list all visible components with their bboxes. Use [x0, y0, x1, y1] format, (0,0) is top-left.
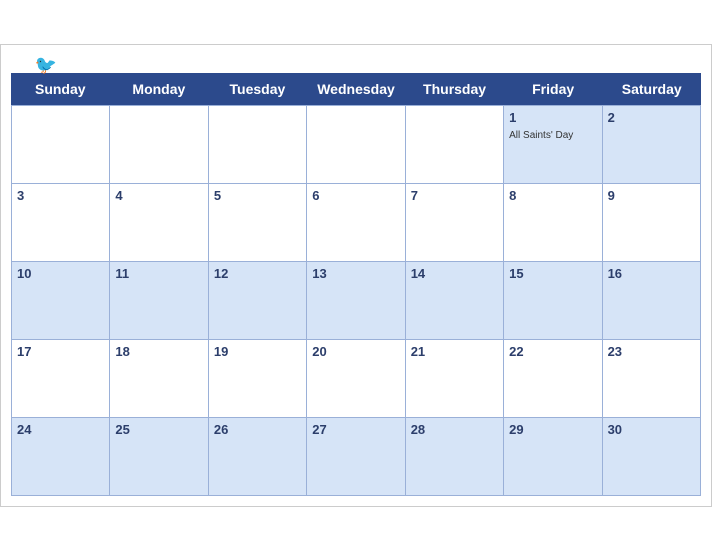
- cell-date: 11: [115, 266, 202, 281]
- cell-date: 19: [214, 344, 301, 359]
- cell-date: 30: [608, 422, 695, 437]
- calendar-cell: 7: [406, 184, 504, 262]
- day-header-friday: Friday: [504, 73, 603, 105]
- calendar-cell: 5: [209, 184, 307, 262]
- cell-date: 2: [608, 110, 695, 125]
- cell-date: 8: [509, 188, 596, 203]
- calendar-cell: 8: [504, 184, 602, 262]
- day-header-monday: Monday: [110, 73, 209, 105]
- calendar-cell: 1 All Saints' Day: [504, 106, 602, 184]
- calendar-cell: 18: [110, 340, 208, 418]
- calendar-cell: 12: [209, 262, 307, 340]
- cell-date: 3: [17, 188, 104, 203]
- day-header-thursday: Thursday: [405, 73, 504, 105]
- calendar-cell: [406, 106, 504, 184]
- calendar-cell: 25: [110, 418, 208, 496]
- logo-bird-icon: 🐦: [35, 55, 57, 76]
- cell-date: 26: [214, 422, 301, 437]
- calendar-cell: 15: [504, 262, 602, 340]
- cell-date: 5: [214, 188, 301, 203]
- cell-date: 17: [17, 344, 104, 359]
- calendar-cell: 10: [12, 262, 110, 340]
- cell-date: 7: [411, 188, 498, 203]
- cell-date: 29: [509, 422, 596, 437]
- calendar-cell: 20: [307, 340, 405, 418]
- cell-date: 24: [17, 422, 104, 437]
- cell-date: 22: [509, 344, 596, 359]
- day-headers-row: SundayMondayTuesdayWednesdayThursdayFrid…: [11, 73, 701, 105]
- day-header-wednesday: Wednesday: [307, 73, 406, 105]
- cell-date: 15: [509, 266, 596, 281]
- cell-date: 12: [214, 266, 301, 281]
- calendar-cell: 4: [110, 184, 208, 262]
- cell-date: 6: [312, 188, 399, 203]
- calendar-cell: 13: [307, 262, 405, 340]
- calendar-header: 🐦: [11, 55, 701, 67]
- day-header-tuesday: Tuesday: [208, 73, 307, 105]
- calendar-cell: 29: [504, 418, 602, 496]
- calendar-cell: 23: [603, 340, 701, 418]
- cell-date: 9: [608, 188, 695, 203]
- day-header-saturday: Saturday: [602, 73, 701, 105]
- day-header-sunday: Sunday: [11, 73, 110, 105]
- calendar-cell: 26: [209, 418, 307, 496]
- calendar-cell: [110, 106, 208, 184]
- calendar-cell: 19: [209, 340, 307, 418]
- cell-date: 20: [312, 344, 399, 359]
- calendar-cell: [12, 106, 110, 184]
- calendar-container: 🐦 SundayMondayTuesdayWednesdayThursdayFr…: [0, 44, 712, 507]
- logo: 🐦: [11, 55, 81, 76]
- cell-date: 14: [411, 266, 498, 281]
- cell-event: All Saints' Day: [509, 130, 573, 141]
- calendar-cell: 14: [406, 262, 504, 340]
- cell-date: 1: [509, 110, 596, 125]
- cell-date: 16: [608, 266, 695, 281]
- calendar-cell: 21: [406, 340, 504, 418]
- cell-date: 4: [115, 188, 202, 203]
- calendar-cell: 9: [603, 184, 701, 262]
- calendar-cell: [307, 106, 405, 184]
- calendar-cell: [209, 106, 307, 184]
- cell-date: 18: [115, 344, 202, 359]
- cell-date: 25: [115, 422, 202, 437]
- calendar-cell: 27: [307, 418, 405, 496]
- calendar-cell: 28: [406, 418, 504, 496]
- cell-date: 10: [17, 266, 104, 281]
- calendar-cell: 11: [110, 262, 208, 340]
- calendar-cell: 3: [12, 184, 110, 262]
- cell-date: 23: [608, 344, 695, 359]
- calendar-grid: 1All Saints' Day234567891011121314151617…: [11, 105, 701, 496]
- cell-date: 21: [411, 344, 498, 359]
- cell-date: 27: [312, 422, 399, 437]
- calendar-cell: 16: [603, 262, 701, 340]
- cell-date: 28: [411, 422, 498, 437]
- calendar-cell: 6: [307, 184, 405, 262]
- calendar-cell: 24: [12, 418, 110, 496]
- calendar-cell: 22: [504, 340, 602, 418]
- calendar-cell: 2: [603, 106, 701, 184]
- cell-date: 13: [312, 266, 399, 281]
- calendar-cell: 30: [603, 418, 701, 496]
- calendar-cell: 17: [12, 340, 110, 418]
